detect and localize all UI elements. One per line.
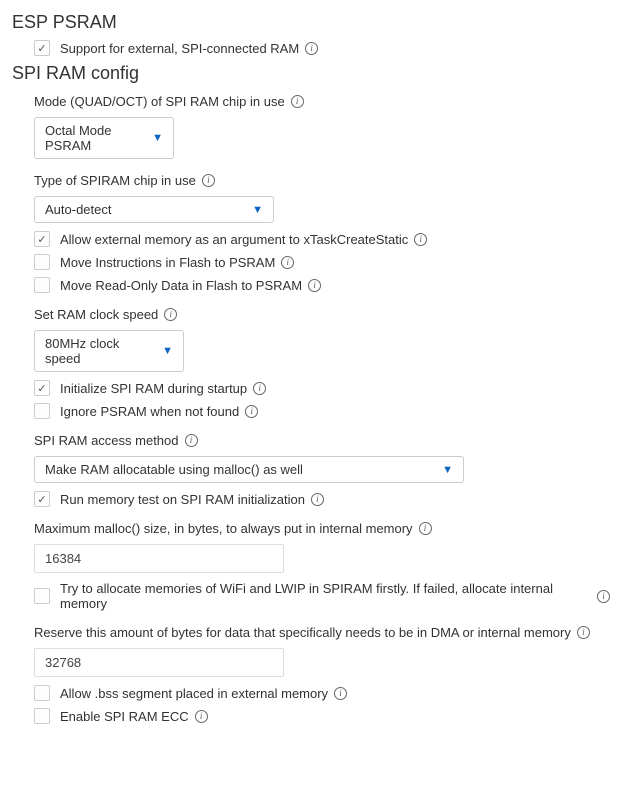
- info-icon[interactable]: i: [414, 233, 427, 246]
- option-move-readonly: Move Read-Only Data in Flash to PSRAM i: [34, 277, 610, 293]
- info-icon[interactable]: i: [253, 382, 266, 395]
- label-support-external-ram: Support for external, SPI-connected RAM: [60, 41, 299, 56]
- info-icon[interactable]: i: [577, 626, 590, 639]
- info-icon[interactable]: i: [334, 687, 347, 700]
- info-icon[interactable]: i: [281, 256, 294, 269]
- chevron-down-icon: ▼: [152, 132, 163, 144]
- info-icon[interactable]: i: [164, 308, 177, 321]
- label-clock: Set RAM clock speed i: [12, 307, 610, 322]
- section-header-esp-psram: ESP PSRAM: [12, 12, 610, 33]
- chevron-down-icon: ▼: [162, 345, 173, 357]
- checkbox-bss[interactable]: [34, 685, 50, 701]
- label-type-text: Type of SPIRAM chip in use: [34, 173, 196, 188]
- select-mode-value: Octal Mode PSRAM: [45, 123, 138, 153]
- label-bss: Allow .bss segment placed in external me…: [60, 686, 328, 701]
- label-mode: Mode (QUAD/OCT) of SPI RAM chip in use i: [12, 94, 610, 109]
- label-reserve: Reserve this amount of bytes for data th…: [12, 625, 610, 640]
- checkbox-support-external-ram[interactable]: [34, 40, 50, 56]
- option-support-external-ram: Support for external, SPI-connected RAM …: [34, 40, 610, 56]
- option-init-startup: Initialize SPI RAM during startup i: [34, 380, 610, 396]
- label-access: SPI RAM access method i: [12, 433, 610, 448]
- info-icon[interactable]: i: [291, 95, 304, 108]
- label-move-instructions: Move Instructions in Flash to PSRAM: [60, 255, 275, 270]
- select-clock-value: 80MHz clock speed: [45, 336, 148, 366]
- label-max-malloc: Maximum malloc() size, in bytes, to alwa…: [12, 521, 610, 536]
- section-header-spi-ram-config: SPI RAM config: [12, 63, 610, 84]
- label-mode-text: Mode (QUAD/OCT) of SPI RAM chip in use: [34, 94, 285, 109]
- checkbox-ignore-psram[interactable]: [34, 403, 50, 419]
- label-type: Type of SPIRAM chip in use i: [12, 173, 610, 188]
- checkbox-init-startup[interactable]: [34, 380, 50, 396]
- option-wifi-lwip: Try to allocate memories of WiFi and LWI…: [34, 581, 610, 611]
- select-access-value: Make RAM allocatable using malloc() as w…: [45, 462, 303, 477]
- checkbox-move-instructions[interactable]: [34, 254, 50, 270]
- select-type-value: Auto-detect: [45, 202, 112, 217]
- label-wifi-lwip: Try to allocate memories of WiFi and LWI…: [60, 581, 591, 611]
- option-ignore-psram: Ignore PSRAM when not found i: [34, 403, 610, 419]
- select-type[interactable]: Auto-detect ▼: [34, 196, 274, 223]
- label-ignore-psram: Ignore PSRAM when not found: [60, 404, 239, 419]
- info-icon[interactable]: i: [597, 590, 610, 603]
- info-icon[interactable]: i: [305, 42, 318, 55]
- info-icon[interactable]: i: [185, 434, 198, 447]
- checkbox-memory-test[interactable]: [34, 491, 50, 507]
- label-reserve-text: Reserve this amount of bytes for data th…: [34, 625, 571, 640]
- info-icon[interactable]: i: [202, 174, 215, 187]
- label-clock-text: Set RAM clock speed: [34, 307, 158, 322]
- info-icon[interactable]: i: [195, 710, 208, 723]
- select-mode[interactable]: Octal Mode PSRAM ▼: [34, 117, 174, 159]
- checkbox-wifi-lwip[interactable]: [34, 588, 50, 604]
- option-allow-external-memory: Allow external memory as an argument to …: [34, 231, 610, 247]
- option-ecc: Enable SPI RAM ECC i: [34, 708, 610, 724]
- label-move-readonly: Move Read-Only Data in Flash to PSRAM: [60, 278, 302, 293]
- label-ecc: Enable SPI RAM ECC: [60, 709, 189, 724]
- option-memory-test: Run memory test on SPI RAM initializatio…: [34, 491, 610, 507]
- select-clock[interactable]: 80MHz clock speed ▼: [34, 330, 184, 372]
- label-init-startup: Initialize SPI RAM during startup: [60, 381, 247, 396]
- info-icon[interactable]: i: [419, 522, 432, 535]
- checkbox-allow-external-memory[interactable]: [34, 231, 50, 247]
- label-max-malloc-text: Maximum malloc() size, in bytes, to alwa…: [34, 521, 413, 536]
- chevron-down-icon: ▼: [442, 464, 453, 476]
- input-reserve[interactable]: 32768: [34, 648, 284, 677]
- label-allow-external-memory: Allow external memory as an argument to …: [60, 232, 408, 247]
- select-access[interactable]: Make RAM allocatable using malloc() as w…: [34, 456, 464, 483]
- option-move-instructions: Move Instructions in Flash to PSRAM i: [34, 254, 610, 270]
- input-max-malloc[interactable]: 16384: [34, 544, 284, 573]
- info-icon[interactable]: i: [308, 279, 321, 292]
- checkbox-ecc[interactable]: [34, 708, 50, 724]
- option-bss: Allow .bss segment placed in external me…: [34, 685, 610, 701]
- info-icon[interactable]: i: [245, 405, 258, 418]
- info-icon[interactable]: i: [311, 493, 324, 506]
- label-access-text: SPI RAM access method: [34, 433, 179, 448]
- chevron-down-icon: ▼: [252, 204, 263, 216]
- label-memory-test: Run memory test on SPI RAM initializatio…: [60, 492, 305, 507]
- checkbox-move-readonly[interactable]: [34, 277, 50, 293]
